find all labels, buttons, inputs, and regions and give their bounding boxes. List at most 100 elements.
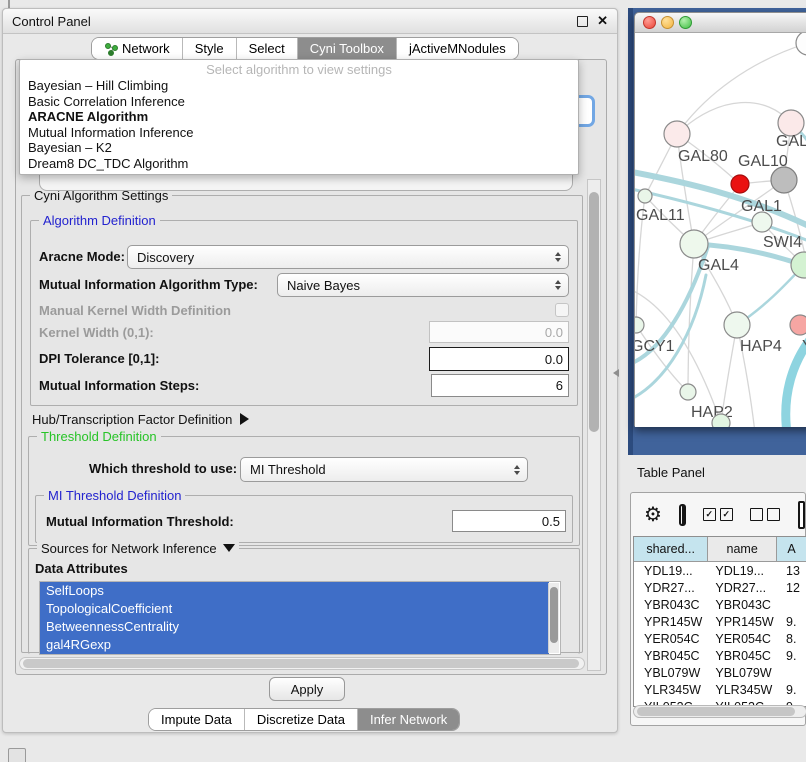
list-scrollbar[interactable] [548, 583, 559, 653]
table-horizontal-scrollbar[interactable] [633, 705, 806, 718]
apply-button[interactable]: Apply [269, 677, 345, 701]
which-threshold-label: Which threshold to use: [89, 461, 237, 476]
algorithm-option[interactable]: ARACNE Algorithm [20, 109, 578, 125]
data-attribute-item[interactable]: BetweennessCentrality [40, 618, 549, 636]
cyni-bottom-tabs: Impute Data Discretize Data Infer Networ… [148, 708, 460, 731]
manual-kernel-checkbox[interactable] [555, 303, 569, 317]
table-row[interactable]: YLR345WYLR345W9. [634, 681, 806, 698]
network-node-gal4[interactable] [680, 230, 708, 258]
which-threshold-select[interactable]: MI Threshold [240, 457, 528, 482]
mi-threshold-input[interactable]: 0.5 [452, 510, 566, 532]
tab-cyni-toolbox[interactable]: Cyni Toolbox [298, 38, 397, 59]
aracne-mode-select[interactable]: Discovery [127, 245, 569, 269]
table-header-row: shared... name A [634, 537, 806, 562]
table-cell: 13 [777, 564, 806, 578]
table-row[interactable]: YER054CYER054C8. [634, 630, 806, 647]
close-icon[interactable]: ✕ [597, 16, 608, 26]
algorithm-option[interactable]: Basic Correlation Inference [20, 94, 578, 110]
control-panel-titlebar: Control Panel ✕ [3, 9, 617, 34]
data-attribute-item[interactable]: TopologicalCoefficient [40, 600, 549, 618]
control-panel: Control Panel ✕ Network Style Select Cyn… [2, 8, 618, 733]
zoom-traffic-light-icon[interactable] [679, 16, 692, 29]
vertical-scrollbar-thumb[interactable] [589, 192, 599, 432]
deselect-all-icon[interactable] [750, 508, 780, 521]
hub-definition-label: Hub/Transcription Factor Definition [32, 412, 232, 427]
tab-label: Style [195, 41, 224, 56]
tab-network[interactable]: Network [92, 38, 183, 59]
combo-arrows-icon [555, 252, 561, 262]
tab-label: Discretize Data [257, 712, 345, 727]
algorithm-option[interactable]: Mutual Information Inference [20, 125, 578, 141]
node-label-gal1: GAL1 [741, 198, 782, 215]
hub-definition-expander[interactable]: Hub/Transcription Factor Definition [32, 412, 249, 427]
list-scrollbar-thumb[interactable] [550, 587, 558, 643]
network-node-gcy1[interactable] [635, 317, 644, 333]
tab-style[interactable]: Style [183, 38, 237, 59]
horizontal-scrollbar-thumb[interactable] [23, 659, 579, 668]
network-node-swi4[interactable] [791, 252, 806, 278]
column-header-name[interactable]: name [708, 537, 777, 561]
gear-icon[interactable]: ⚙ [644, 505, 662, 525]
table-row[interactable]: YBR043CYBR043C [634, 596, 806, 613]
node-label-swi4: SWI4 [763, 234, 802, 251]
data-attribute-item[interactable]: gal4RGexp [40, 636, 549, 654]
column-header-shared-name[interactable]: shared... [634, 537, 708, 561]
network-node-hap2[interactable] [680, 384, 696, 400]
tab-infer-network[interactable]: Infer Network [358, 709, 459, 730]
table-row[interactable]: YDL19...YDL19...13 [634, 562, 806, 579]
collapsed-panel-button[interactable] [8, 748, 26, 762]
data-attributes-label: Data Attributes [35, 561, 128, 576]
minimize-traffic-light-icon[interactable] [661, 16, 674, 29]
algorithm-option[interactable]: Dream8 DC_TDC Algorithm [20, 156, 578, 172]
network-node[interactable] [731, 175, 749, 193]
sources-expander[interactable]: Sources for Network Inference [37, 541, 239, 556]
table-cell: YDL19... [708, 564, 777, 578]
settings-vertical-scrollbar[interactable] [587, 179, 601, 671]
mi-steps-input[interactable]: 6 [431, 374, 569, 397]
tab-discretize-data[interactable]: Discretize Data [245, 709, 358, 730]
tab-label: Network [122, 41, 170, 56]
select-all-icon[interactable]: ✓✓ [703, 508, 733, 521]
algorithm-option[interactable]: Bayesian – K2 [20, 140, 578, 156]
network-node-gal11[interactable] [638, 189, 652, 203]
network-canvas[interactable]: GALGAL80GAL10GAL1GAL11SWI4GAL4GCY1HAP4YH… [635, 33, 806, 427]
table-scrollbar-thumb[interactable] [637, 707, 795, 716]
column-header-partial[interactable]: A [777, 537, 806, 561]
threshold-definition-group: Threshold Definition Which threshold to … [28, 436, 580, 546]
table-cell: YBL079W [708, 666, 777, 680]
tab-impute-data[interactable]: Impute Data [149, 709, 245, 730]
network-node[interactable] [796, 33, 806, 55]
close-traffic-light-icon[interactable] [643, 16, 656, 29]
table-cell: 8. [777, 632, 806, 646]
float-window-icon[interactable] [577, 16, 588, 27]
table-row[interactable]: YBR045CYBR045C9. [634, 647, 806, 664]
manual-kernel-label: Manual Kernel Width Definition [39, 303, 231, 318]
aracne-mode-label: Aracne Mode: [39, 249, 125, 264]
network-node-gal1[interactable] [752, 212, 772, 232]
network-node-hap4[interactable] [724, 312, 750, 338]
table-row[interactable]: YPR145WYPR145W9. [634, 613, 806, 630]
algorithm-option[interactable]: Bayesian – Hill Climbing [20, 78, 578, 94]
data-attributes-list[interactable]: SelfLoopsTopologicalCoefficientBetweenne… [39, 581, 561, 655]
node-label-gal: GAL [776, 133, 806, 150]
network-node[interactable] [712, 414, 730, 427]
export-table-icon[interactable] [798, 501, 805, 529]
settings-horizontal-scrollbar[interactable] [19, 657, 585, 670]
panel-divider-handle[interactable] [613, 369, 619, 377]
table-row[interactable]: YBL079WYBL079W [634, 664, 806, 681]
network-node-gal80[interactable] [664, 121, 690, 147]
table-cell: YDR27... [708, 581, 777, 595]
kernel-width-input[interactable]: 0.0 [429, 321, 569, 343]
tab-select[interactable]: Select [237, 38, 298, 59]
table-cell: 9. [777, 649, 806, 663]
tab-jactivemnodules[interactable]: jActiveMNodules [397, 38, 518, 59]
columns-icon[interactable] [679, 504, 686, 526]
data-attribute-item[interactable]: SelfLoops [40, 582, 549, 600]
dpi-tolerance-input[interactable]: 0.0 [429, 347, 569, 371]
mi-threshold-group-title: MI Threshold Definition [44, 488, 185, 503]
mi-type-select[interactable]: Naive Bayes [277, 273, 569, 297]
network-node-y[interactable] [790, 315, 806, 335]
algorithm-dropdown-popup: Select algorithm to view settings Bayesi… [19, 59, 579, 175]
table-row[interactable]: YDR27...YDR27...12 [634, 579, 806, 596]
network-node-gal10[interactable] [771, 167, 797, 193]
